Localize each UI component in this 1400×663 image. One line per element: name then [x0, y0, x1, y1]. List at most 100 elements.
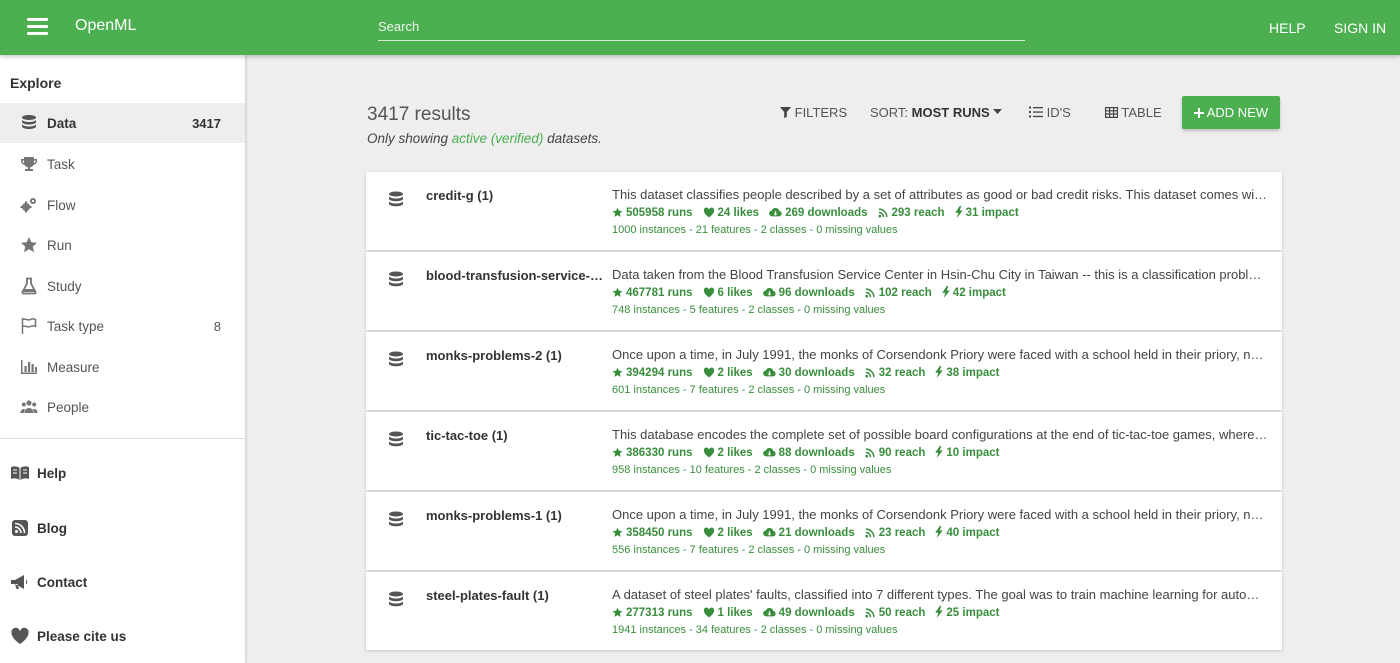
dataset-stats: 277313 runs 1 likes 49 downloads 50 reach 25…	[612, 606, 1009, 619]
cloud-download-icon	[762, 608, 776, 617]
dataset-title[interactable]: tic-tac-toe (1)	[426, 428, 606, 443]
sidebar-item-data[interactable]: Data 3417	[0, 103, 245, 143]
dataset-stats: 505958 runs 24 likes 269 downloads 293 reac…	[612, 206, 1029, 219]
reach-value: 90 reach	[878, 447, 926, 459]
sidebar-item-label: Please cite us	[37, 629, 127, 644]
sidebar-item-flow[interactable]: Flow	[0, 185, 245, 225]
dataset-card[interactable]: credit-g (1) This dataset classifies peop…	[366, 172, 1282, 250]
sidebar-item-study[interactable]: Study	[0, 266, 245, 306]
menu-icon[interactable]	[27, 18, 48, 36]
cloud-download-icon	[769, 208, 782, 217]
dataset-title[interactable]: monks-problems-1 (1)	[426, 508, 606, 523]
dataset-card[interactable]: blood-transfusion-service-center (1) Data…	[366, 252, 1282, 330]
dataset-description: Data taken from the Blood Transfusion Se…	[612, 267, 1268, 282]
likes-value: 1 likes	[717, 607, 753, 619]
ids-label: ID'S	[1046, 105, 1071, 120]
showing-note: Only showing active (verified) datasets.	[367, 131, 602, 146]
filters-button[interactable]: FILTERS	[780, 105, 847, 120]
sidebar-item-label: People	[47, 400, 90, 415]
runs-stat: 386330 runs	[612, 447, 693, 459]
runs-value: 358450 runs	[626, 527, 693, 539]
dataset-title[interactable]: monks-problems-2 (1)	[426, 348, 606, 363]
sidebar-item-measure[interactable]: Measure	[0, 347, 245, 387]
sidebar-item-label: Task	[47, 157, 75, 172]
star-icon	[612, 447, 623, 457]
sort-dropdown[interactable]: SORT: MOST RUNS	[870, 105, 1003, 120]
runs-value: 467781 runs	[626, 287, 693, 299]
dataset-card[interactable]: monks-problems-1 (1) Once upon a time, in…	[366, 492, 1282, 570]
impact-stat: 25 impact	[935, 606, 1000, 619]
sidebar-item-label: Help	[37, 466, 67, 481]
sort-value: MOST RUNS	[911, 105, 990, 120]
runs-stat: 467781 runs	[612, 287, 693, 299]
cloud-download-icon	[762, 528, 776, 537]
dataset-title[interactable]: blood-transfusion-service-center (1)	[426, 268, 606, 283]
heart-icon	[703, 447, 714, 458]
dataset-title[interactable]: credit-g (1)	[426, 188, 606, 203]
downloads-value: 96 downloads	[778, 287, 855, 299]
star-icon	[612, 527, 623, 537]
impact-stat: 38 impact	[935, 366, 999, 379]
reach-stat: 102 reach	[865, 287, 932, 299]
cogs-icon	[20, 198, 36, 213]
dataset-meta: 1941 instances - 34 features - 2 classes…	[612, 624, 898, 636]
dataset-card[interactable]: tic-tac-toe (1) This database encodes the…	[366, 412, 1282, 490]
likes-value: 2 likes	[717, 447, 753, 459]
search-input[interactable]	[378, 12, 1025, 41]
heart-icon	[703, 607, 714, 618]
dataset-title[interactable]: steel-plates-fault (1)	[426, 588, 606, 603]
star-icon	[612, 287, 623, 297]
dataset-card[interactable]: monks-problems-2 (1) Once upon a time, in…	[366, 332, 1282, 410]
sidebar-item-task-type[interactable]: Task type 8	[0, 306, 245, 346]
dataset-description: A dataset of steel plates' faults, class…	[612, 587, 1268, 602]
star-icon	[612, 607, 623, 617]
dataset-description: Once upon a time, in July 1991, the monk…	[612, 507, 1268, 522]
sidebar-item-label: Run	[47, 238, 72, 253]
results-count: 3417 results	[367, 104, 471, 125]
sidebar-item-people[interactable]: People	[0, 387, 245, 427]
sidebar-item-task[interactable]: Task	[0, 144, 245, 184]
sidebar: Explore Data 3417 Task Flow Run Study Ta…	[0, 55, 245, 663]
sidebar-item-help[interactable]: Help	[0, 455, 245, 491]
table-button[interactable]: TABLE	[1105, 105, 1162, 120]
likes-value: 24 likes	[717, 207, 760, 219]
dataset-list: credit-g (1) This dataset classifies peop…	[366, 172, 1282, 663]
runs-value: 277313 runs	[626, 607, 693, 619]
help-link[interactable]: HELP	[1269, 20, 1306, 36]
sidebar-item-contact[interactable]: Contact	[0, 564, 245, 600]
runs-stat: 394294 runs	[612, 367, 693, 379]
sidebar-item-blog[interactable]: Blog	[0, 510, 245, 546]
bar-chart-icon	[21, 360, 37, 374]
reach-value: 293 reach	[891, 207, 945, 219]
dataset-meta: 601 instances - 7 features - 2 classes -…	[612, 384, 886, 396]
ids-button[interactable]: ID'S	[1029, 105, 1071, 120]
impact-value: 31 impact	[965, 207, 1019, 219]
dataset-card[interactable]: steel-plates-fault (1) A dataset of steel…	[366, 572, 1282, 650]
sidebar-item-label: Blog	[37, 521, 67, 536]
impact-value: 25 impact	[946, 607, 1000, 619]
dataset-description: This dataset classifies people described…	[612, 187, 1268, 202]
downloads-value: 49 downloads	[778, 607, 855, 619]
runs-value: 386330 runs	[626, 447, 693, 459]
downloads-stat: 88 downloads	[762, 447, 855, 459]
reach-stat: 32 reach	[865, 367, 925, 379]
sign-in-link[interactable]: SIGN IN	[1334, 20, 1386, 36]
filters-label: FILTERS	[794, 105, 848, 120]
app-title[interactable]: OpenML	[75, 17, 136, 35]
sidebar-item-cite[interactable]: Please cite us	[0, 618, 245, 654]
dataset-stats: 394294 runs 2 likes 30 downloads 32 reach 38…	[612, 366, 1009, 379]
megaphone-icon	[11, 575, 28, 589]
table-icon	[1105, 107, 1119, 119]
sidebar-item-run[interactable]: Run	[0, 225, 245, 265]
add-new-button[interactable]: ADD NEW	[1182, 96, 1280, 129]
likes-stat: 1 likes	[703, 607, 753, 619]
runs-stat: 505958 runs	[612, 207, 693, 219]
database-icon	[389, 431, 403, 447]
sidebar-item-count: 3417	[192, 116, 221, 131]
likes-value: 2 likes	[717, 367, 753, 379]
runs-stat: 358450 runs	[612, 527, 693, 539]
impact-stat: 31 impact	[954, 206, 1019, 219]
plus-icon	[1193, 108, 1204, 118]
active-verified-link[interactable]: active (verified)	[452, 131, 544, 146]
reach-stat: 90 reach	[865, 447, 926, 459]
